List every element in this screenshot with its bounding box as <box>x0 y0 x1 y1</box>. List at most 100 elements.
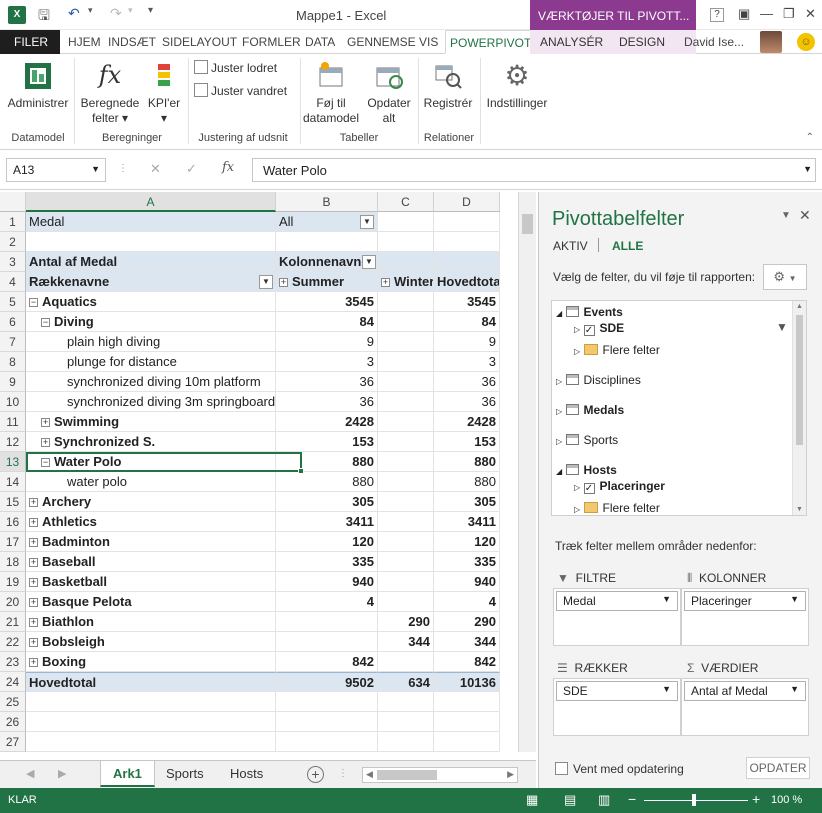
cell-c[interactable] <box>378 652 434 672</box>
cell-c[interactable] <box>378 252 434 272</box>
row-header[interactable]: 22 <box>0 632 26 652</box>
row-header[interactable]: 6 <box>0 312 26 332</box>
cell-b[interactable]: 120 <box>276 532 378 552</box>
cell-d[interactable]: 120 <box>434 532 500 552</box>
vertical-scroll-thumb[interactable] <box>522 214 533 234</box>
cell-a[interactable]: + Basketball <box>26 572 276 592</box>
field-placeringer[interactable]: ▷ ✓ Placeringer <box>574 479 665 494</box>
cell-b[interactable] <box>276 632 378 652</box>
cell-d[interactable] <box>434 732 500 752</box>
tab-data[interactable]: DATA <box>305 30 335 54</box>
cell-d[interactable]: Hovedtotal <box>434 272 500 292</box>
expand-icon[interactable]: ▷ <box>574 325 580 334</box>
cell-c[interactable] <box>378 452 434 472</box>
row-header[interactable]: 14 <box>0 472 26 492</box>
collapse-ribbon-icon[interactable]: ⌃ <box>806 132 814 143</box>
horizontal-scroll-thumb[interactable] <box>377 770 437 780</box>
cell-a[interactable]: + Bobsleigh <box>26 632 276 652</box>
user-name[interactable]: David Ise... <box>684 30 744 54</box>
scroll-up-icon[interactable]: ▲ <box>796 303 803 310</box>
cell-c[interactable] <box>378 372 434 392</box>
confirm-edit-button[interactable]: ✓ <box>186 161 197 177</box>
cell-b[interactable] <box>276 692 378 712</box>
cell-b[interactable]: 880 <box>276 472 378 492</box>
row-header[interactable]: 18 <box>0 552 26 572</box>
field-list[interactable]: ◢ Events ▷ ✓ SDE ▼ ▷ Flere felter ▷ Disci… <box>551 300 807 516</box>
cell-c[interactable] <box>378 472 434 492</box>
collapse-icon[interactable]: − <box>29 298 38 307</box>
cell-c[interactable] <box>378 312 434 332</box>
indstillinger-button[interactable]: ⚙ Indstillinger <box>484 60 550 111</box>
cell-d[interactable]: 153 <box>434 432 500 452</box>
scroll-left-icon[interactable]: ◀ <box>366 769 373 780</box>
expand-formula-icon[interactable]: ▼ <box>803 164 812 174</box>
cell-c[interactable] <box>378 732 434 752</box>
zoom-out-button[interactable]: − <box>628 791 636 807</box>
cell-a[interactable] <box>26 712 276 732</box>
column-header-d[interactable]: D <box>434 192 500 212</box>
cell-b[interactable] <box>276 612 378 632</box>
cell-d[interactable]: 344 <box>434 632 500 652</box>
cell-a[interactable]: plunge for distance <box>26 352 276 372</box>
row-header[interactable]: 17 <box>0 532 26 552</box>
juster-vandret-button[interactable]: Juster vandret <box>194 83 287 99</box>
cell-d[interactable]: 940 <box>434 572 500 592</box>
expand-icon[interactable]: + <box>29 618 38 627</box>
cell-c[interactable] <box>378 692 434 712</box>
tab-aktiv[interactable]: AKTIV <box>553 239 588 253</box>
cell-a[interactable]: synchronized diving 10m platform <box>26 372 276 392</box>
cell-a[interactable] <box>26 732 276 752</box>
formula-input[interactable]: Water Polo <box>252 158 816 182</box>
field-list-settings-button[interactable]: ⚙ ▼ <box>763 264 807 290</box>
chevron-down-icon[interactable]: ▼ <box>790 684 799 694</box>
row-header[interactable]: 27 <box>0 732 26 752</box>
tab-vis[interactable]: VIS <box>419 30 438 54</box>
select-all-corner[interactable] <box>0 192 26 212</box>
cell-a[interactable]: Antal af Medal <box>26 252 276 272</box>
row-header[interactable]: 23 <box>0 652 26 672</box>
cell-a[interactable]: + Basque Pelota <box>26 592 276 612</box>
cell-d[interactable] <box>434 232 500 252</box>
cell-c[interactable] <box>378 332 434 352</box>
scroll-right-icon[interactable]: ▶ <box>507 769 514 780</box>
avatar[interactable] <box>760 31 782 53</box>
cell-a[interactable]: plain high diving <box>26 332 276 352</box>
row-header[interactable]: 10 <box>0 392 26 412</box>
row-header[interactable]: 26 <box>0 712 26 732</box>
cell-d[interactable]: 880 <box>434 472 500 492</box>
tab-splitter-icon[interactable]: ⋮ <box>338 768 348 779</box>
row-header[interactable]: 25 <box>0 692 26 712</box>
row-header[interactable]: 13 <box>0 452 26 472</box>
cell-d[interactable]: 335 <box>434 552 500 572</box>
expand-icon[interactable]: ▷ <box>556 377 562 386</box>
undo-icon[interactable]: ↶ <box>68 5 80 22</box>
foj-til-datamodel-button[interactable]: Føj til datamodel <box>302 60 360 126</box>
tab-powerpivot[interactable]: POWERPIVOT <box>445 30 537 54</box>
redo-icon[interactable]: ↷ <box>110 5 122 22</box>
cell-d[interactable]: 880 <box>434 452 500 472</box>
registrer-button[interactable]: Registrér <box>422 60 474 111</box>
sheet-tab-hosts[interactable]: Hosts <box>218 761 275 787</box>
zoom-slider-track[interactable] <box>644 800 748 801</box>
chip-antal-af-medal[interactable]: Antal af Medal ▼ <box>684 681 806 701</box>
cell-b[interactable]: 2428 <box>276 412 378 432</box>
cell-b[interactable]: 9 <box>276 332 378 352</box>
field-list-scroll-thumb[interactable] <box>796 315 803 445</box>
cell-d[interactable]: 2428 <box>434 412 500 432</box>
field-table-events[interactable]: ◢ Events <box>556 305 623 319</box>
tab-hjem[interactable]: HJEM <box>68 30 101 54</box>
row-header[interactable]: 4 <box>0 272 26 292</box>
customize-qat-icon[interactable]: ▾ <box>148 5 153 16</box>
row-labels-filter-button[interactable]: ▼ <box>259 275 273 289</box>
cell-b[interactable]: 3 <box>276 352 378 372</box>
cell-d[interactable] <box>434 212 500 232</box>
cell-b[interactable]: 842 <box>276 652 378 672</box>
minimize-button[interactable]: — <box>760 6 773 21</box>
cell-b[interactable]: 36 <box>276 372 378 392</box>
cancel-edit-button[interactable]: ✕ <box>150 161 161 177</box>
cell-a[interactable]: Medal <box>26 212 276 232</box>
cell-d[interactable]: 3411 <box>434 512 500 532</box>
cell-a[interactable]: − Aquatics <box>26 292 276 312</box>
chip-placeringer[interactable]: Placeringer ▼ <box>684 591 806 611</box>
cell-d[interactable] <box>434 712 500 732</box>
